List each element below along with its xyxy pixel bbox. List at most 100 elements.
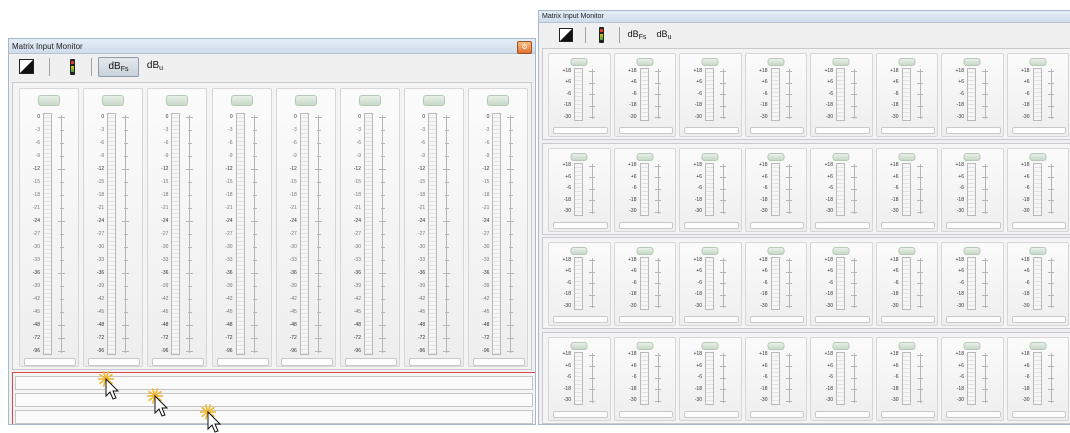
peak-reset-button[interactable] xyxy=(832,341,850,350)
channel-name-field[interactable] xyxy=(409,358,462,366)
peak-reset-button[interactable] xyxy=(832,58,850,66)
channel-name-field[interactable] xyxy=(684,410,739,418)
channel-name-field[interactable] xyxy=(1011,316,1066,323)
channel-name-field[interactable] xyxy=(618,221,673,229)
peak-reset-button[interactable] xyxy=(767,247,785,255)
peak-reset-button[interactable] xyxy=(570,247,588,255)
channel-name-field[interactable] xyxy=(815,221,870,229)
empty-channel-row[interactable] xyxy=(15,410,533,424)
channel-name-field[interactable] xyxy=(749,316,804,323)
peak-reset-button[interactable] xyxy=(767,152,785,161)
channel-name-field[interactable] xyxy=(618,127,673,134)
channel-name-field[interactable] xyxy=(946,127,1001,134)
channel-name-field[interactable] xyxy=(216,358,269,366)
peak-reset-button[interactable] xyxy=(636,152,654,161)
peak-reset-button[interactable] xyxy=(963,247,981,255)
empty-channel-row[interactable] xyxy=(15,393,533,407)
channel-name-field[interactable] xyxy=(684,221,739,229)
peak-reset-button[interactable] xyxy=(570,58,588,66)
peak-reset-button[interactable] xyxy=(230,95,253,106)
contrast-icon[interactable] xyxy=(19,59,34,74)
channel-name-field[interactable] xyxy=(1011,221,1066,229)
level-meter-icon[interactable] xyxy=(599,27,604,43)
peak-reset-button[interactable] xyxy=(898,152,916,161)
channel-name-field[interactable] xyxy=(553,410,608,418)
peak-reset-button[interactable] xyxy=(832,247,850,255)
scale-label: +6 xyxy=(761,173,768,180)
peak-reset-button[interactable] xyxy=(636,247,654,255)
peak-reset-button[interactable] xyxy=(1029,247,1047,255)
peak-reset-button[interactable] xyxy=(294,95,317,106)
peak-reset-button[interactable] xyxy=(359,95,381,106)
channel-name-field[interactable] xyxy=(88,358,141,366)
peak-reset-button[interactable] xyxy=(701,58,719,66)
peak-reset-button[interactable] xyxy=(1029,152,1047,161)
peak-reset-button[interactable] xyxy=(701,341,719,350)
channel-name-field[interactable] xyxy=(880,316,935,323)
peak-reset-button[interactable] xyxy=(767,58,785,66)
peak-reset-button[interactable] xyxy=(487,95,510,106)
level-meter-icon[interactable] xyxy=(70,59,75,75)
channel-name-field[interactable] xyxy=(880,127,935,134)
channel-name-field[interactable] xyxy=(345,358,397,366)
peak-reset-button[interactable] xyxy=(1029,341,1047,350)
dbfs-unit-button[interactable]: dBFs xyxy=(98,57,139,77)
fader-tick xyxy=(60,260,64,261)
dbu-unit-button[interactable]: dBu xyxy=(653,27,675,43)
fader-tick xyxy=(60,299,64,300)
channel-name-field[interactable] xyxy=(684,127,739,134)
channel-name-field[interactable] xyxy=(880,410,935,418)
channel-name-field[interactable] xyxy=(946,221,1001,229)
channel-name-field[interactable] xyxy=(749,127,804,134)
peak-reset-button[interactable] xyxy=(963,152,981,161)
channel-name-field[interactable] xyxy=(553,316,608,323)
window-settings-icon[interactable]: ⚙ xyxy=(517,41,532,54)
contrast-icon[interactable] xyxy=(559,28,573,42)
channel-name-field[interactable] xyxy=(815,316,870,323)
scale-label: -33 xyxy=(32,256,40,263)
channel-name-field[interactable] xyxy=(749,221,804,229)
empty-channel-row[interactable] xyxy=(15,376,533,390)
channel-name-field[interactable] xyxy=(946,410,1001,418)
channel-name-field[interactable] xyxy=(618,316,673,323)
channel-name-field[interactable] xyxy=(24,358,76,366)
channel-name-field[interactable] xyxy=(749,410,804,418)
channel-name-field[interactable] xyxy=(553,221,608,229)
channel-name-field[interactable] xyxy=(815,410,870,418)
peak-reset-button[interactable] xyxy=(963,58,981,66)
peak-reset-button[interactable] xyxy=(38,95,60,106)
scale-label: -18 xyxy=(760,385,768,392)
peak-reset-button[interactable] xyxy=(423,95,446,106)
peak-reset-button[interactable] xyxy=(963,341,981,350)
peak-reset-button[interactable] xyxy=(570,341,588,350)
peak-reset-button[interactable] xyxy=(636,58,654,66)
scale-label: +18 xyxy=(759,351,768,357)
channel-name-field[interactable] xyxy=(1011,410,1066,418)
dbu-unit-button[interactable]: dBu xyxy=(142,57,168,77)
channel-name-field[interactable] xyxy=(880,221,935,229)
peak-reset-button[interactable] xyxy=(898,341,916,350)
peak-reset-button[interactable] xyxy=(832,152,850,161)
fader-tick xyxy=(122,273,130,274)
channel-name-field[interactable] xyxy=(280,358,333,366)
peak-reset-button[interactable] xyxy=(166,95,189,106)
channel-name-field[interactable] xyxy=(473,358,526,366)
peak-reset-button[interactable] xyxy=(701,247,719,255)
peak-reset-button[interactable] xyxy=(570,152,588,161)
channel-name-field[interactable] xyxy=(815,127,870,134)
peak-reset-button[interactable] xyxy=(102,95,125,106)
peak-reset-button[interactable] xyxy=(1029,58,1047,66)
peak-reset-button[interactable] xyxy=(898,58,916,66)
channel-name-field[interactable] xyxy=(1011,127,1066,134)
peak-reset-button[interactable] xyxy=(701,152,719,161)
channel-name-field[interactable] xyxy=(946,316,1001,323)
dbfs-unit-button[interactable]: dBFs xyxy=(625,27,649,43)
channel-name-field[interactable] xyxy=(684,316,739,323)
peak-reset-button[interactable] xyxy=(636,341,654,350)
channel-name-field[interactable] xyxy=(553,127,608,134)
channel-name-field[interactable] xyxy=(618,410,673,418)
peak-reset-button[interactable] xyxy=(898,247,916,255)
channel-name-field[interactable] xyxy=(152,358,205,366)
scale-label: +6 xyxy=(696,268,702,274)
peak-reset-button[interactable] xyxy=(767,341,785,350)
